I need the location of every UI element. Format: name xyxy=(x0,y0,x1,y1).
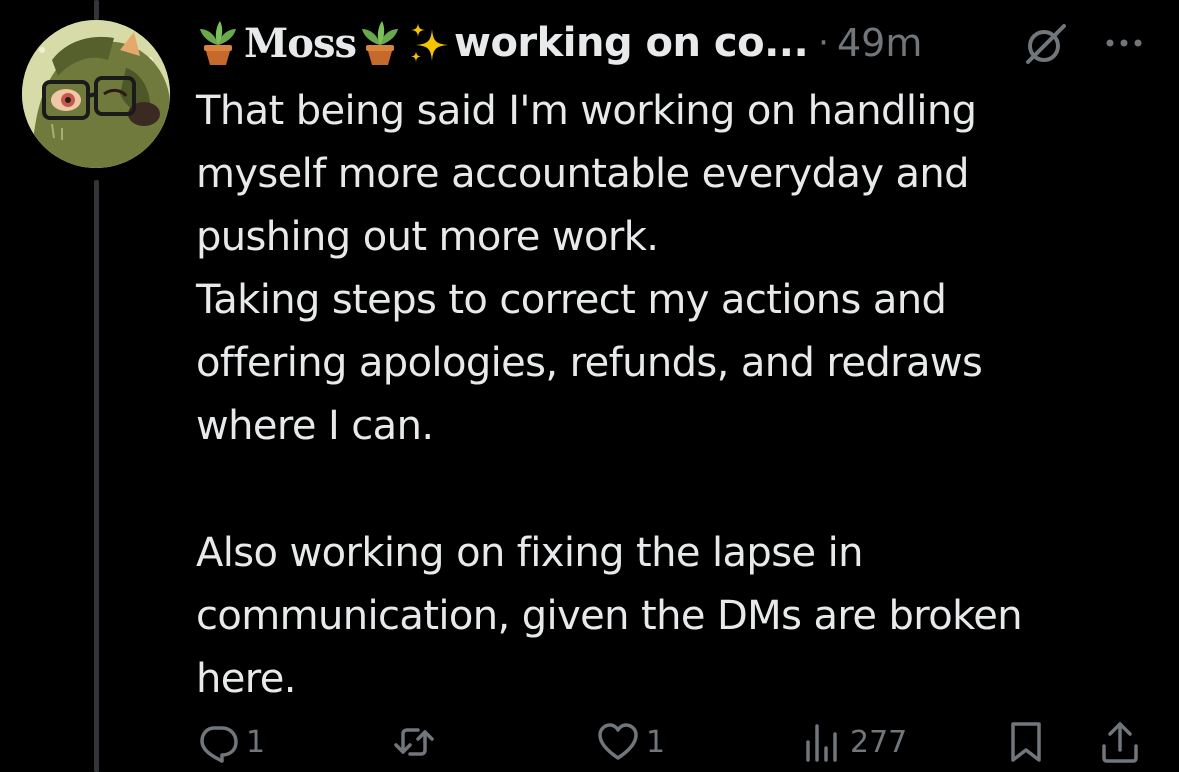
action-bar: 1 1 277 xyxy=(0,716,1179,768)
repost-icon xyxy=(392,720,436,764)
reply-icon xyxy=(196,720,240,764)
bookmark-icon xyxy=(1004,720,1048,764)
author-status-text[interactable]: working on co... xyxy=(454,20,809,66)
repost-button[interactable] xyxy=(392,716,442,768)
share-icon xyxy=(1098,720,1142,764)
bookmark-button[interactable] xyxy=(1004,716,1048,768)
heart-icon xyxy=(596,720,640,764)
thread-line-top xyxy=(94,0,99,20)
potted-plant-emoji xyxy=(358,19,402,67)
reply-count: 1 xyxy=(246,724,266,760)
views-button[interactable]: 277 xyxy=(800,716,907,768)
sparkles-emoji xyxy=(408,19,452,67)
author-name[interactable]: Moss xyxy=(244,20,357,67)
header-separator: · xyxy=(818,23,829,63)
share-button[interactable] xyxy=(1098,716,1142,768)
post-timestamp[interactable]: 49m xyxy=(837,21,922,65)
more-icon[interactable] xyxy=(1100,26,1148,60)
views-icon xyxy=(800,720,844,764)
thread-line xyxy=(94,180,99,772)
reply-button[interactable]: 1 xyxy=(196,716,265,768)
post-text: That being said I'm working on handling … xyxy=(196,80,1156,711)
like-button[interactable]: 1 xyxy=(596,716,665,768)
like-count: 1 xyxy=(646,724,666,760)
post-paragraph: That being said I'm working on handling … xyxy=(196,88,983,449)
avatar[interactable] xyxy=(22,20,170,168)
post-header: Moss working on co... · 49m xyxy=(196,14,922,72)
potted-plant-emoji xyxy=(196,19,240,67)
post-paragraph: Also working on fixing the lapse in comm… xyxy=(196,530,1023,702)
grok-icon[interactable] xyxy=(1022,22,1070,66)
views-count: 277 xyxy=(850,724,908,760)
